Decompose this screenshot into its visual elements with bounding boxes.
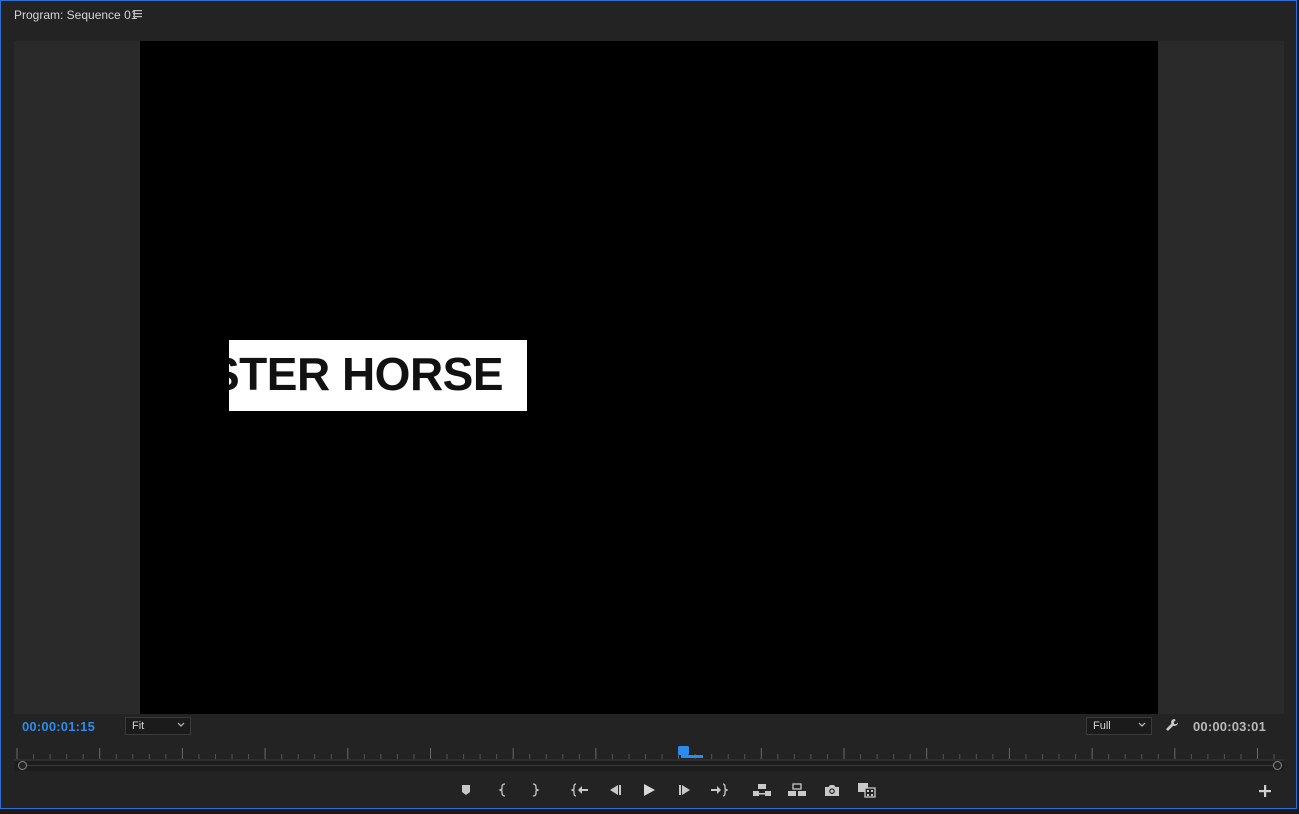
mark-in-icon (498, 783, 506, 797)
add-marker-icon (462, 785, 470, 795)
panel-menu-icon[interactable] (133, 9, 142, 18)
export-frame-button[interactable] (821, 779, 843, 801)
go-to-in-button[interactable] (569, 779, 591, 801)
playback-resolution-select[interactable]: Full (1086, 717, 1152, 735)
chevron-down-icon (1138, 722, 1146, 727)
comparison-view-icon (858, 783, 876, 798)
zoom-scroll-line (22, 765, 1276, 766)
go-to-in-icon (571, 783, 588, 797)
add-marker-button[interactable] (455, 779, 477, 801)
play-icon (644, 784, 655, 796)
panel-titlebar: Program: Sequence 01 (1, 1, 1296, 29)
zoom-level-value: Fit (132, 720, 145, 732)
zoom-scroll-bar[interactable] (14, 761, 1284, 771)
wrench-icon[interactable] (1165, 718, 1179, 732)
comparison-view-button[interactable] (856, 779, 878, 801)
lift-button[interactable] (751, 779, 773, 801)
step-back-button[interactable] (604, 779, 626, 801)
lift-icon (753, 784, 771, 796)
mark-out-icon (532, 783, 540, 797)
playback-resolution-value: Full (1093, 720, 1111, 732)
export-frame-icon (825, 784, 839, 796)
mark-in-button[interactable] (492, 779, 514, 801)
video-viewer[interactable]: STER HORSE (14, 41, 1284, 714)
panel-title[interactable]: Program: Sequence 01 (14, 8, 137, 22)
time-ruler[interactable] (14, 745, 1284, 761)
program-frame[interactable]: STER HORSE (140, 41, 1158, 714)
play-button[interactable] (638, 779, 660, 801)
playhead-icon[interactable] (677, 746, 704, 760)
go-to-out-icon (711, 783, 728, 797)
zoom-handle-right[interactable] (1273, 761, 1282, 770)
extract-button[interactable] (786, 779, 808, 801)
title-card: STER HORSE (229, 340, 527, 411)
zoom-handle-left[interactable] (18, 761, 27, 770)
step-forward-icon (679, 785, 690, 795)
program-monitor-panel: Program: Sequence 01 STER HORSE 00:00:01… (0, 0, 1297, 809)
step-back-icon (610, 785, 621, 795)
transport-controls (1, 779, 1296, 803)
current-timecode[interactable]: 00:00:01:15 (22, 719, 95, 734)
extract-icon (788, 783, 806, 796)
mark-out-button[interactable] (524, 779, 546, 801)
duration-timecode: 00:00:03:01 (1192, 719, 1266, 734)
title-card-text: STER HORSE (229, 348, 504, 400)
zoom-level-select[interactable]: Fit (125, 717, 191, 735)
go-to-out-button[interactable] (708, 779, 730, 801)
step-forward-button[interactable] (674, 779, 696, 801)
add-button-icon[interactable] (1257, 783, 1273, 799)
chevron-down-icon (177, 722, 185, 727)
